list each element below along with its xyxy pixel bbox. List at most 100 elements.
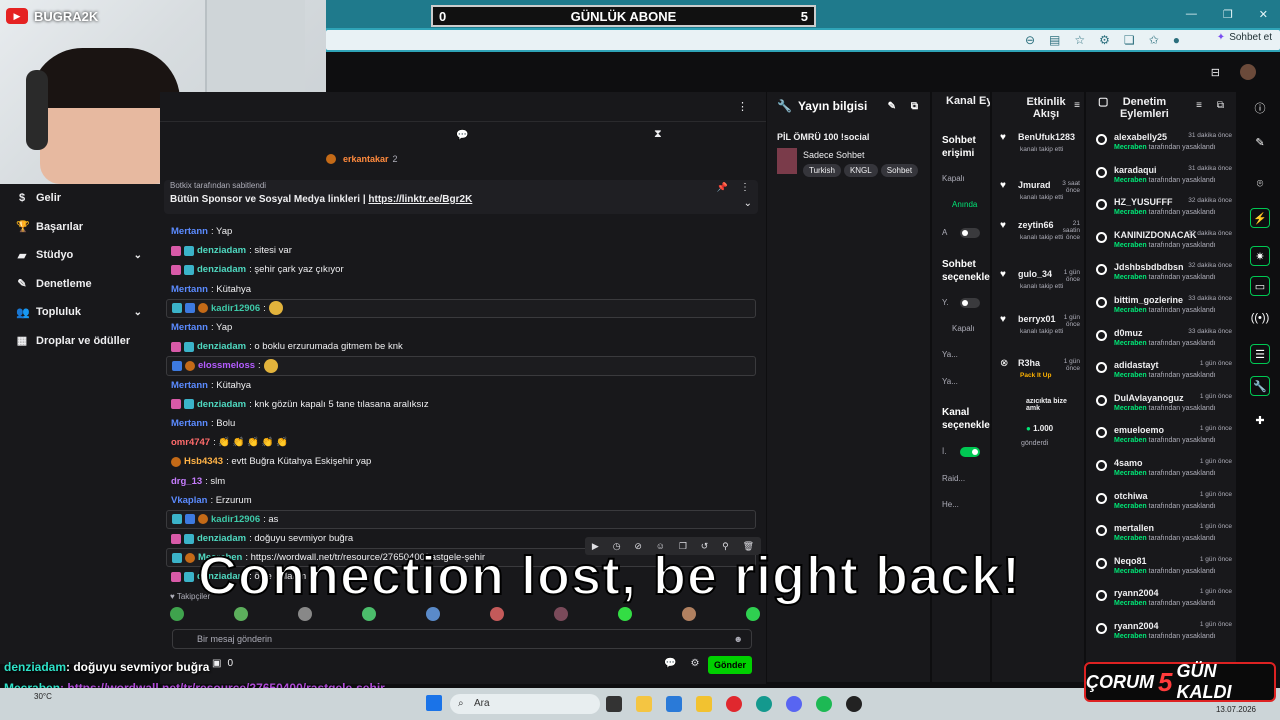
magic-icon[interactable]: ✷	[1250, 246, 1270, 266]
pinned-link[interactable]: https://linktr.ee/Bgr2K	[368, 194, 472, 205]
chat-message[interactable]: Mertann: Kütahya	[166, 280, 756, 299]
files-icon[interactable]	[696, 696, 712, 712]
wrench-icon[interactable]: 🔧	[1250, 376, 1270, 396]
info-icon[interactable]: ⓘ	[1250, 98, 1270, 118]
chat-username[interactable]: denziadam	[197, 341, 246, 352]
store-icon[interactable]	[666, 696, 682, 712]
emote-item[interactable]	[362, 607, 376, 621]
mod-action-entry[interactable]: Jdshbsbdbdbsn 32 dakika önce Mecraben tara…	[1096, 262, 1232, 292]
settings-icon[interactable]: ⚙	[690, 658, 699, 669]
mod-action-entry[interactable]: alexabelly25 31 dakika önce Mecraben taraf…	[1096, 132, 1232, 162]
chat-username[interactable]: denziadam	[197, 264, 246, 275]
mod-target[interactable]: emueloemo	[1114, 425, 1164, 435]
activity-event[interactable]: ♥ gulo_34 1 gün önce kanalı takip etti	[1000, 269, 1080, 290]
chat-message[interactable]: denziadam: o boklu erzurumada gitmem be …	[166, 337, 756, 356]
avatar[interactable]	[1240, 64, 1256, 80]
chat-username[interactable]: denziadam	[197, 399, 246, 410]
chat-username[interactable]: kadir12906	[211, 303, 260, 314]
mod-target[interactable]: adidastayt	[1114, 360, 1159, 370]
sidebar-item-topluluk[interactable]: 👥 Topluluk ⌄	[0, 298, 160, 327]
mod-target[interactable]: alexabelly25	[1114, 132, 1167, 142]
sidebar-item-droplar[interactable]: ▦ Droplar ve ödüller	[0, 327, 160, 356]
mod-action-entry[interactable]: otchiwa 1 gün önce Mecraben tarafından yas…	[1096, 491, 1232, 521]
mod-action-entry[interactable]: ryann2004 1 gün önce Mecraben tarafından y…	[1096, 621, 1232, 651]
activity-user[interactable]: Jmurad	[1018, 180, 1051, 190]
mod-target[interactable]: karadaqui	[1114, 165, 1157, 175]
edit-icon[interactable]: ✎	[888, 101, 896, 112]
emote-item[interactable]	[298, 607, 312, 621]
mod-action-entry[interactable]: karadaqui 31 dakika önce Mecraben tarafınd…	[1096, 165, 1232, 195]
chat-message[interactable]: omr4747: 👏 👏 👏 👏 👏	[166, 433, 756, 452]
chat-message[interactable]: denziadam: knk gözün kapalı 5 tane tılas…	[166, 395, 756, 414]
close-icon[interactable]: ✕	[1259, 8, 1268, 21]
chat-menu-icon[interactable]: ⋮	[737, 100, 748, 113]
chat-username[interactable]: kadir12906	[211, 514, 260, 525]
emote-item[interactable]	[682, 607, 696, 621]
activity-event[interactable]: ♥ zeytin66 21 saatin önce kanalı takip etti	[1000, 220, 1080, 241]
mod-target[interactable]: bittim_gozlerine	[1114, 295, 1183, 305]
emote-item[interactable]	[746, 607, 760, 621]
sidebar-item-basarilar[interactable]: 🏆 Başarılar	[0, 213, 160, 242]
broadcast-icon[interactable]: ((•))	[1250, 308, 1270, 328]
emote-item[interactable]	[618, 607, 632, 621]
tag[interactable]: Turkish	[803, 164, 841, 177]
chat-message[interactable]: Mertann: Bolu	[166, 414, 756, 433]
chat-message[interactable]: kadir12906:	[166, 298, 756, 318]
mod-target[interactable]: ryann2004	[1114, 588, 1159, 598]
chat-username[interactable]: Mertann	[171, 380, 208, 391]
chat-message[interactable]: Mertann: Yap	[166, 318, 756, 337]
chat-message[interactable]: denziadam: sitesi var	[166, 241, 756, 260]
emote-item[interactable]	[554, 607, 568, 621]
chat-message[interactable]: Hsb4343: evtt Buğra Kütahya Eskişehir ya…	[166, 452, 756, 471]
chat-username[interactable]: drg_13	[171, 476, 202, 487]
lightning-icon[interactable]: ⚡	[1250, 208, 1270, 228]
he-option[interactable]: He...	[942, 500, 959, 509]
mod-action-entry[interactable]: Neqo81 1 gün önce Mecraben tarafından yasa…	[1096, 556, 1232, 586]
profile-icon[interactable]: ●	[1173, 33, 1180, 47]
extensions-icon[interactable]: ⚙	[1099, 33, 1110, 47]
mod-action-entry[interactable]: adidastayt 1 gün önce Mecraben tarafından …	[1096, 360, 1232, 390]
i-toggle[interactable]	[960, 447, 980, 457]
option-ya-2[interactable]: Ya...	[942, 377, 958, 386]
activity-event[interactable]: ♥ berryx01 1 gün önce kanalı takip etti	[1000, 314, 1080, 335]
chat-input[interactable]: Bir mesaj gönderin ☻	[172, 629, 752, 649]
mod-target[interactable]: ryann2004	[1114, 621, 1159, 631]
mod-action-entry[interactable]: mertallen 1 gün önce Mecraben tarafından y…	[1096, 523, 1232, 553]
sidebar-item-studyo[interactable]: ▰ Stüdyo ⌄	[0, 241, 160, 270]
raid-option[interactable]: Raid...	[942, 474, 965, 483]
minimize-icon[interactable]: —	[1186, 8, 1197, 21]
emote-item[interactable]	[170, 607, 184, 621]
activity-user[interactable]: R3ha	[1018, 358, 1040, 368]
chat-message[interactable]: drg_13: slm	[166, 471, 756, 490]
chat-message[interactable]: Vkaplan: Erzurum	[166, 491, 756, 510]
chat-message[interactable]: elossmeloss:	[166, 356, 756, 376]
pinned-menu-icon[interactable]: ⋮	[740, 182, 750, 193]
activity-user[interactable]: BenUfuk1283	[1018, 132, 1075, 142]
chat-username[interactable]: denziadam	[197, 245, 246, 256]
chat-username[interactable]: omr4747	[171, 437, 210, 448]
chat-username[interactable]: Mertann	[171, 322, 208, 333]
send-button[interactable]: Gönder	[708, 656, 752, 674]
collections-icon[interactable]: ❏	[1124, 33, 1135, 47]
activity-event[interactable]: ♥ Jmurad 3 saat önce kanalı takip etti	[1000, 180, 1080, 201]
chat-message[interactable]: Mertann: Kütahya	[166, 376, 756, 395]
mod-action-entry[interactable]: HZ_YUSUFFF 32 dakika önce Mecraben tarafın…	[1096, 197, 1232, 227]
chat-username[interactable]: Mertann	[171, 418, 208, 429]
emote-item[interactable]	[234, 607, 248, 621]
mod-target[interactable]: DulAvlayanoguz	[1114, 393, 1184, 403]
camera-icon[interactable]: ⌾	[1250, 174, 1270, 194]
mod-action-entry[interactable]: DulAvlayanoguz 1 gün önce Mecraben tarafın…	[1096, 393, 1232, 423]
y-toggle[interactable]	[960, 298, 980, 308]
chat-username[interactable]: denziadam	[197, 533, 246, 544]
mod-action-entry[interactable]: KANINIZDONACAK 32 dakika önce Mecraben tar…	[1096, 230, 1232, 260]
obs-icon[interactable]	[846, 696, 862, 712]
filter-icon[interactable]: ≡	[1196, 100, 1202, 111]
activity-event[interactable]: ⊗ R3ha 1 gün önce Pack It Up	[1000, 358, 1080, 379]
star-icon[interactable]: ☆	[1074, 33, 1085, 47]
activity-event[interactable]: ♥ BenUfuk1283 kanalı takip etti	[1000, 132, 1080, 153]
chat-options-value[interactable]: Kapalı	[952, 324, 975, 333]
weather-widget[interactable]: 30°C	[34, 692, 52, 701]
hourglass-icon[interactable]: ⧗	[654, 128, 662, 141]
chat-message[interactable]: kadir12906: as	[166, 509, 756, 529]
activity-user[interactable]: zeytin66	[1018, 220, 1054, 230]
